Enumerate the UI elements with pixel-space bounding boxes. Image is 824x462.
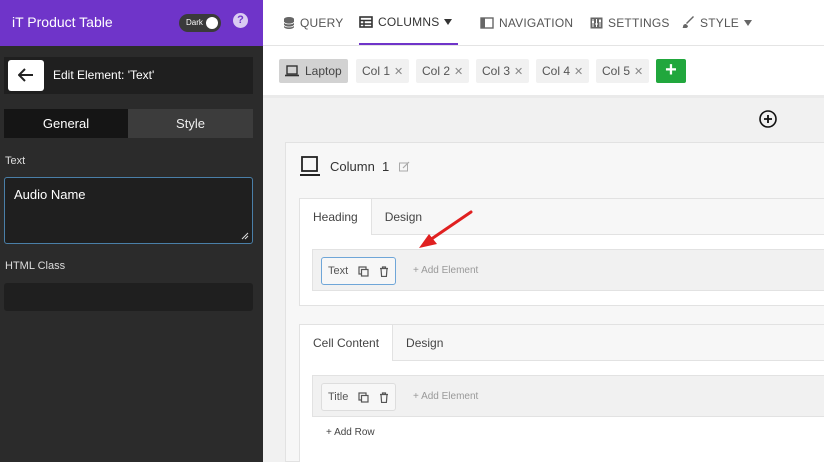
help-icon[interactable]: ?: [233, 13, 248, 28]
column-number: 1: [382, 158, 390, 174]
sidebar-header: iT Product Table Dark ?: [0, 0, 263, 46]
edit-element-bar: Edit Element: 'Text': [4, 57, 253, 94]
caret-down-icon: [444, 18, 453, 25]
laptop-icon: [300, 156, 320, 176]
table-icon: [359, 15, 373, 28]
nav-navigation[interactable]: NAVIGATION: [480, 0, 573, 45]
sidebar: iT Product Table Dark ? Edit Element: 'T…: [0, 0, 263, 462]
device-selector[interactable]: Laptop: [279, 59, 348, 83]
column-title: Column 1: [330, 159, 389, 174]
add-circle-icon[interactable]: [759, 110, 777, 128]
nav-style-label: STYLE: [700, 15, 740, 30]
tab-style[interactable]: Style: [128, 109, 253, 138]
cell-content-tabs: Cell Content Design: [300, 325, 456, 361]
close-icon[interactable]: ✕: [454, 66, 463, 78]
trash-icon[interactable]: [379, 265, 389, 277]
column-panel: Column 1 Heading Design Text + Add Eleme…: [285, 142, 824, 462]
text-field-value: Audio Name: [14, 187, 86, 202]
copy-icon[interactable]: [358, 391, 369, 403]
nav-style[interactable]: STYLE: [682, 0, 753, 45]
dark-mode-toggle[interactable]: Dark: [179, 14, 221, 32]
database-icon: [283, 16, 295, 29]
html-class-field[interactable]: [4, 283, 253, 311]
column-chip-1[interactable]: Col 1 ✕: [356, 59, 410, 83]
nav-columns-label: COLUMNS: [378, 14, 440, 29]
back-button[interactable]: [8, 60, 44, 91]
editor-canvas: Column 1 Heading Design Text + Add Eleme…: [263, 100, 824, 462]
resize-handle-icon[interactable]: [241, 232, 249, 240]
heading-dropzone: Text + Add Element: [312, 249, 824, 291]
nav-settings[interactable]: SETTINGS: [590, 0, 670, 45]
column-header: Column 1: [300, 155, 410, 177]
tab-heading[interactable]: Heading: [300, 199, 372, 235]
settings-icon: [590, 17, 603, 28]
nav-query[interactable]: QUERY: [283, 0, 343, 45]
close-icon[interactable]: ✕: [634, 66, 643, 78]
close-icon[interactable]: ✕: [514, 66, 523, 78]
toggle-knob: [206, 17, 218, 29]
nav-columns[interactable]: COLUMNS: [359, 0, 459, 45]
column-chip-label: Col 2: [422, 64, 451, 78]
tab-general[interactable]: General: [4, 109, 128, 138]
column-chip-5[interactable]: Col 5 ✕: [596, 59, 650, 83]
column-chip-label: Col 4: [542, 64, 571, 78]
column-chip-label: Col 3: [482, 64, 511, 78]
brush-icon: [682, 16, 694, 28]
column-chip-label: Col 1: [362, 64, 391, 78]
device-label: Laptop: [305, 64, 342, 78]
laptop-icon: [285, 65, 299, 77]
close-icon[interactable]: ✕: [394, 66, 403, 78]
text-field-label: Text: [5, 155, 26, 167]
nav-query-label: QUERY: [300, 15, 344, 30]
navigation-icon: [480, 16, 494, 29]
add-element-link[interactable]: + Add Element: [413, 265, 478, 276]
caret-down-icon: [744, 19, 753, 26]
element-text[interactable]: Text: [321, 257, 397, 285]
edit-element-title: Edit Element: 'Text': [53, 68, 155, 82]
html-class-label: HTML Class: [5, 260, 66, 272]
edit-icon[interactable]: [399, 161, 410, 172]
text-field[interactable]: Audio Name: [4, 177, 253, 244]
column-chip-label: Col 5: [602, 64, 631, 78]
column-chip-2[interactable]: Col 2 ✕: [416, 59, 470, 83]
tab-design[interactable]: Design: [393, 325, 456, 361]
copy-icon[interactable]: [358, 265, 369, 277]
column-chip-3[interactable]: Col 3 ✕: [476, 59, 530, 83]
annotation-arrow-icon: [419, 210, 473, 248]
cell-content-block: Cell Content Design Title + Add Element …: [299, 324, 824, 462]
dark-mode-label: Dark: [186, 18, 203, 27]
element-label: Text: [328, 265, 349, 277]
trash-icon[interactable]: [379, 391, 389, 403]
heading-block: Heading Design Text + Add Element: [299, 198, 824, 306]
nav-navigation-label: NAVIGATION: [499, 15, 574, 30]
column-title-text: Column: [330, 158, 375, 174]
close-icon[interactable]: ✕: [574, 66, 583, 78]
column-toolbar: Laptop Col 1 ✕ Col 2 ✕ Col 3 ✕ Col 4 ✕ Col 5…: [263, 46, 824, 98]
add-column-button[interactable]: +: [656, 59, 686, 83]
add-element-link[interactable]: + Add Element: [413, 391, 478, 402]
arrow-left-icon: [18, 68, 33, 82]
settings-tabs: General Style: [4, 109, 253, 138]
tab-cell-content[interactable]: Cell Content: [300, 325, 394, 361]
nav-settings-label: SETTINGS: [608, 15, 670, 30]
element-label: Title: [328, 391, 349, 403]
add-row-link[interactable]: + Add Row: [326, 427, 375, 438]
element-title[interactable]: Title: [321, 383, 397, 411]
top-navigation: QUERY COLUMNS NAVIGATION SETTINGS STYLE: [263, 0, 824, 46]
column-chip-4[interactable]: Col 4 ✕: [536, 59, 590, 83]
cell-content-dropzone: Title + Add Element: [312, 375, 824, 417]
app-title: iT Product Table: [12, 14, 113, 30]
